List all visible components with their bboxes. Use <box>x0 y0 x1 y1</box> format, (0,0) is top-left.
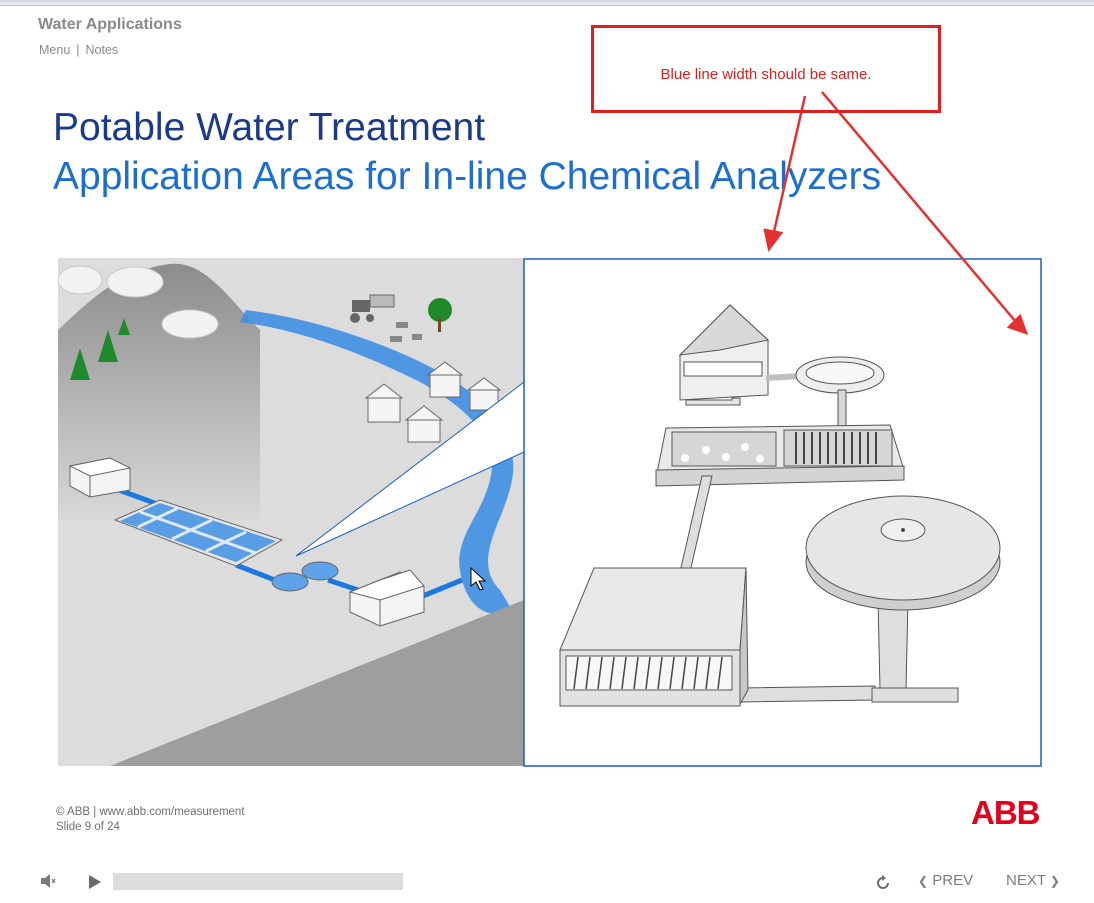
next-label: NEXT <box>1006 872 1046 889</box>
replay-icon[interactable] <box>874 874 892 892</box>
slide-counter: Slide 9 of 24 <box>56 821 120 833</box>
footer-copyright: © ABB | www.abb.com/measurement <box>56 806 245 818</box>
intake-building <box>68 457 132 498</box>
next-button[interactable]: NEXT ❯ <box>1006 872 1060 889</box>
play-icon[interactable] <box>88 874 102 890</box>
chevron-right-icon: ❯ <box>1049 874 1060 888</box>
water-treatment-illustration <box>57 91 1042 767</box>
annotation-callout: Blue line width should be same. <box>591 25 941 113</box>
large-clarifier <box>805 495 1001 611</box>
volume-icon[interactable] <box>40 873 56 889</box>
storage-building <box>559 567 749 707</box>
abb-logo: ABB <box>971 794 1040 831</box>
progress-bar[interactable] <box>113 873 403 890</box>
chevron-left-icon: ❮ <box>918 874 929 888</box>
treatment-basin <box>655 424 905 487</box>
detail-panel <box>523 258 1042 767</box>
prev-label: PREV <box>932 872 974 889</box>
prev-button[interactable]: ❮ PREV <box>918 872 973 889</box>
landscape-panel <box>57 258 525 766</box>
annotation-text: Blue line width should be same. <box>660 66 872 83</box>
